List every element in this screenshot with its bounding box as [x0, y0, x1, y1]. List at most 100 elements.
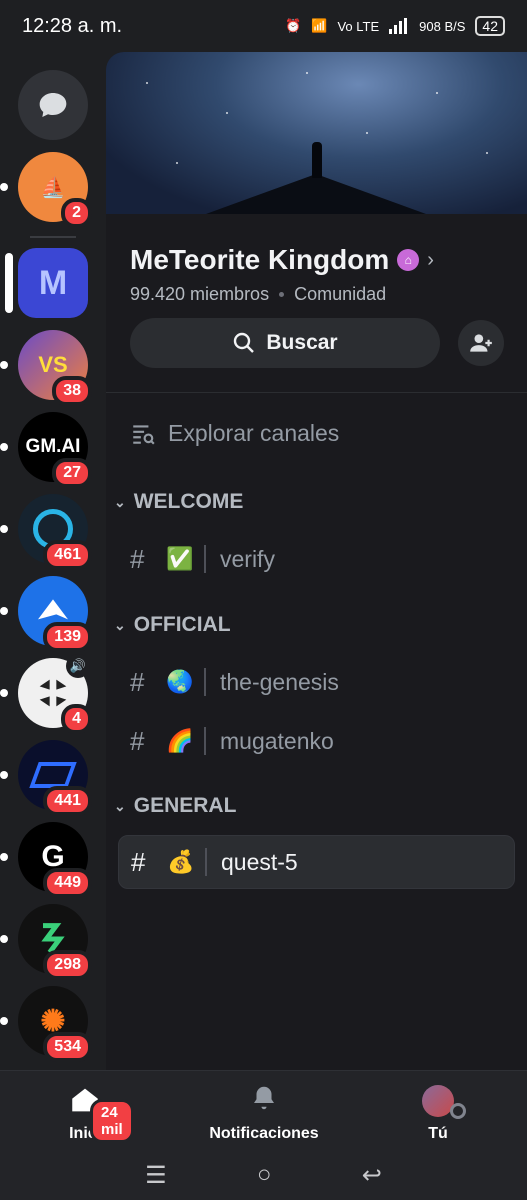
chevron-down-icon: ⌄	[114, 616, 126, 633]
add-user-icon	[470, 334, 492, 352]
server-icon-4[interactable]: GM.AI 27	[0, 412, 92, 488]
unread-pill	[0, 771, 8, 779]
server-meta: 99.420 miembros Comunidad	[130, 284, 386, 305]
home-badge: 24 mil	[90, 1099, 134, 1143]
search-button[interactable]: Buscar	[130, 318, 440, 368]
server-icon-2[interactable]: M	[5, 248, 88, 318]
server-icon-11[interactable]: ✺ 534	[0, 986, 92, 1062]
channel-panel: MeTeorite Kingdom ⌂ › 99.420 miembros Co…	[106, 52, 527, 1070]
search-label: Buscar	[266, 331, 338, 354]
nav-home[interactable]: 24 mil Inicio	[50, 1071, 134, 1151]
server-icon-8[interactable]: 441	[0, 740, 92, 816]
bottom-navigation: 24 mil Inicio Notificaciones Tú	[0, 1070, 527, 1150]
hash-icon: #	[130, 666, 145, 697]
status-bar: 12:28 a. m. ⏰ 📶 Vo LTE 908 B/S 42	[0, 0, 527, 52]
category-general[interactable]: ⌄ GENERAL	[114, 794, 236, 818]
you-label: Tú	[428, 1125, 448, 1142]
speaker-icon: 🔊	[66, 654, 90, 678]
unread-pill	[0, 935, 8, 943]
home-circle-icon[interactable]: ○	[257, 1161, 272, 1189]
chevron-right-icon: ›	[427, 248, 434, 271]
category-official[interactable]: ⌄ OFFICIAL	[114, 613, 231, 637]
unread-pill	[0, 361, 8, 369]
server-icon-1[interactable]: ⛵ 2	[0, 152, 92, 228]
server-type: Comunidad	[294, 284, 387, 304]
mention-badge: 441	[43, 786, 92, 816]
member-count: 99.420 miembros	[130, 284, 270, 304]
unread-pill	[0, 183, 8, 191]
server-banner	[106, 52, 527, 214]
channel-name: quest-5	[221, 848, 298, 875]
mention-badge: 27	[52, 458, 92, 488]
chat-bubble-icon	[39, 93, 67, 117]
channel-emoji: 💰	[167, 849, 195, 874]
status-indicator-icon	[450, 1103, 466, 1119]
channel-name: mugatenko	[220, 727, 334, 754]
unread-pill	[0, 607, 8, 615]
divider	[106, 392, 527, 393]
mention-badge: 139	[43, 622, 92, 652]
hash-icon: #	[131, 846, 146, 877]
server-icon-6[interactable]: 139	[0, 576, 92, 652]
system-navigation-bar: ☰ ○ ↩	[0, 1150, 527, 1200]
nav-you[interactable]: Tú	[400, 1071, 476, 1151]
chevron-down-icon: ⌄	[114, 797, 126, 814]
search-icon	[234, 332, 255, 353]
unread-pill	[0, 853, 8, 861]
bell-icon	[254, 1086, 274, 1110]
unread-pill	[0, 689, 8, 697]
community-boost-icon: ⌂	[397, 249, 420, 271]
server-icon-3[interactable]: VS 38	[0, 330, 92, 406]
mention-badge: 38	[52, 376, 92, 406]
unread-pill	[0, 525, 8, 533]
browse-list-icon	[133, 424, 155, 445]
speed-label: 908 B/S	[419, 18, 466, 34]
channel-mugatenko[interactable]: # 🌈 mugatenko	[118, 714, 515, 768]
wifi-icon: 📶	[311, 18, 328, 33]
unread-pill	[0, 1017, 8, 1025]
channel-emoji: ✅	[166, 546, 194, 571]
hash-icon: #	[130, 725, 145, 756]
server-icon-10[interactable]: 298	[0, 904, 92, 980]
mention-badge: 534	[43, 1032, 92, 1062]
status-icons: ⏰ 📶 Vo LTE 908 B/S 42	[285, 16, 505, 36]
battery-icon: 42	[475, 16, 505, 36]
server-rail: ⛵ 2 M VS 38 GM.AI 27 461 139 🔊 4 441 G 4…	[0, 52, 106, 1070]
back-icon[interactable]: ↩	[362, 1161, 382, 1190]
m-logo-icon: M	[18, 248, 88, 318]
channel-name: verify	[220, 545, 275, 572]
channel-verify[interactable]: # ✅ verify	[118, 532, 515, 586]
alarm-icon: ⏰	[285, 18, 302, 33]
channel-emoji: 🌈	[166, 728, 194, 753]
nav-notifications[interactable]: Notificaciones	[204, 1071, 324, 1151]
category-welcome[interactable]: ⌄ WELCOME	[114, 490, 243, 514]
rail-divider	[30, 236, 76, 238]
active-server-pill	[5, 253, 13, 313]
direct-messages-button[interactable]	[18, 70, 88, 140]
network-label: Vo LTE	[337, 18, 380, 34]
hash-icon: #	[130, 543, 145, 574]
notifications-label: Notificaciones	[209, 1125, 319, 1142]
mention-badge: 298	[43, 950, 92, 980]
server-icon-7[interactable]: 🔊 4	[0, 654, 92, 734]
mention-badge: 2	[61, 198, 92, 228]
mention-badge: 461	[43, 540, 92, 570]
channel-emoji: 🌏	[166, 669, 194, 694]
channel-quest-5[interactable]: # 💰 quest-5	[118, 835, 515, 889]
unread-pill	[0, 443, 8, 451]
chevron-down-icon: ⌄	[114, 493, 126, 510]
mention-badge: 4	[61, 704, 92, 734]
invite-button[interactable]	[458, 320, 504, 366]
server-icon-5[interactable]: 461	[0, 494, 92, 570]
signal-icon	[389, 18, 409, 34]
server-name: MeTeorite Kingdom	[130, 244, 390, 275]
clock: 12:28 a. m.	[22, 14, 123, 37]
browse-channels-button[interactable]: Explorar canales	[130, 420, 339, 447]
recent-apps-icon[interactable]: ☰	[145, 1161, 167, 1190]
mention-badge: 449	[43, 868, 92, 898]
channel-the-genesis[interactable]: # 🌏 the-genesis	[118, 655, 515, 709]
server-icon-9[interactable]: G 449	[0, 822, 92, 898]
channel-name: the-genesis	[220, 668, 339, 695]
server-header[interactable]: MeTeorite Kingdom ⌂ ›	[130, 244, 434, 276]
browse-label: Explorar canales	[168, 420, 340, 446]
